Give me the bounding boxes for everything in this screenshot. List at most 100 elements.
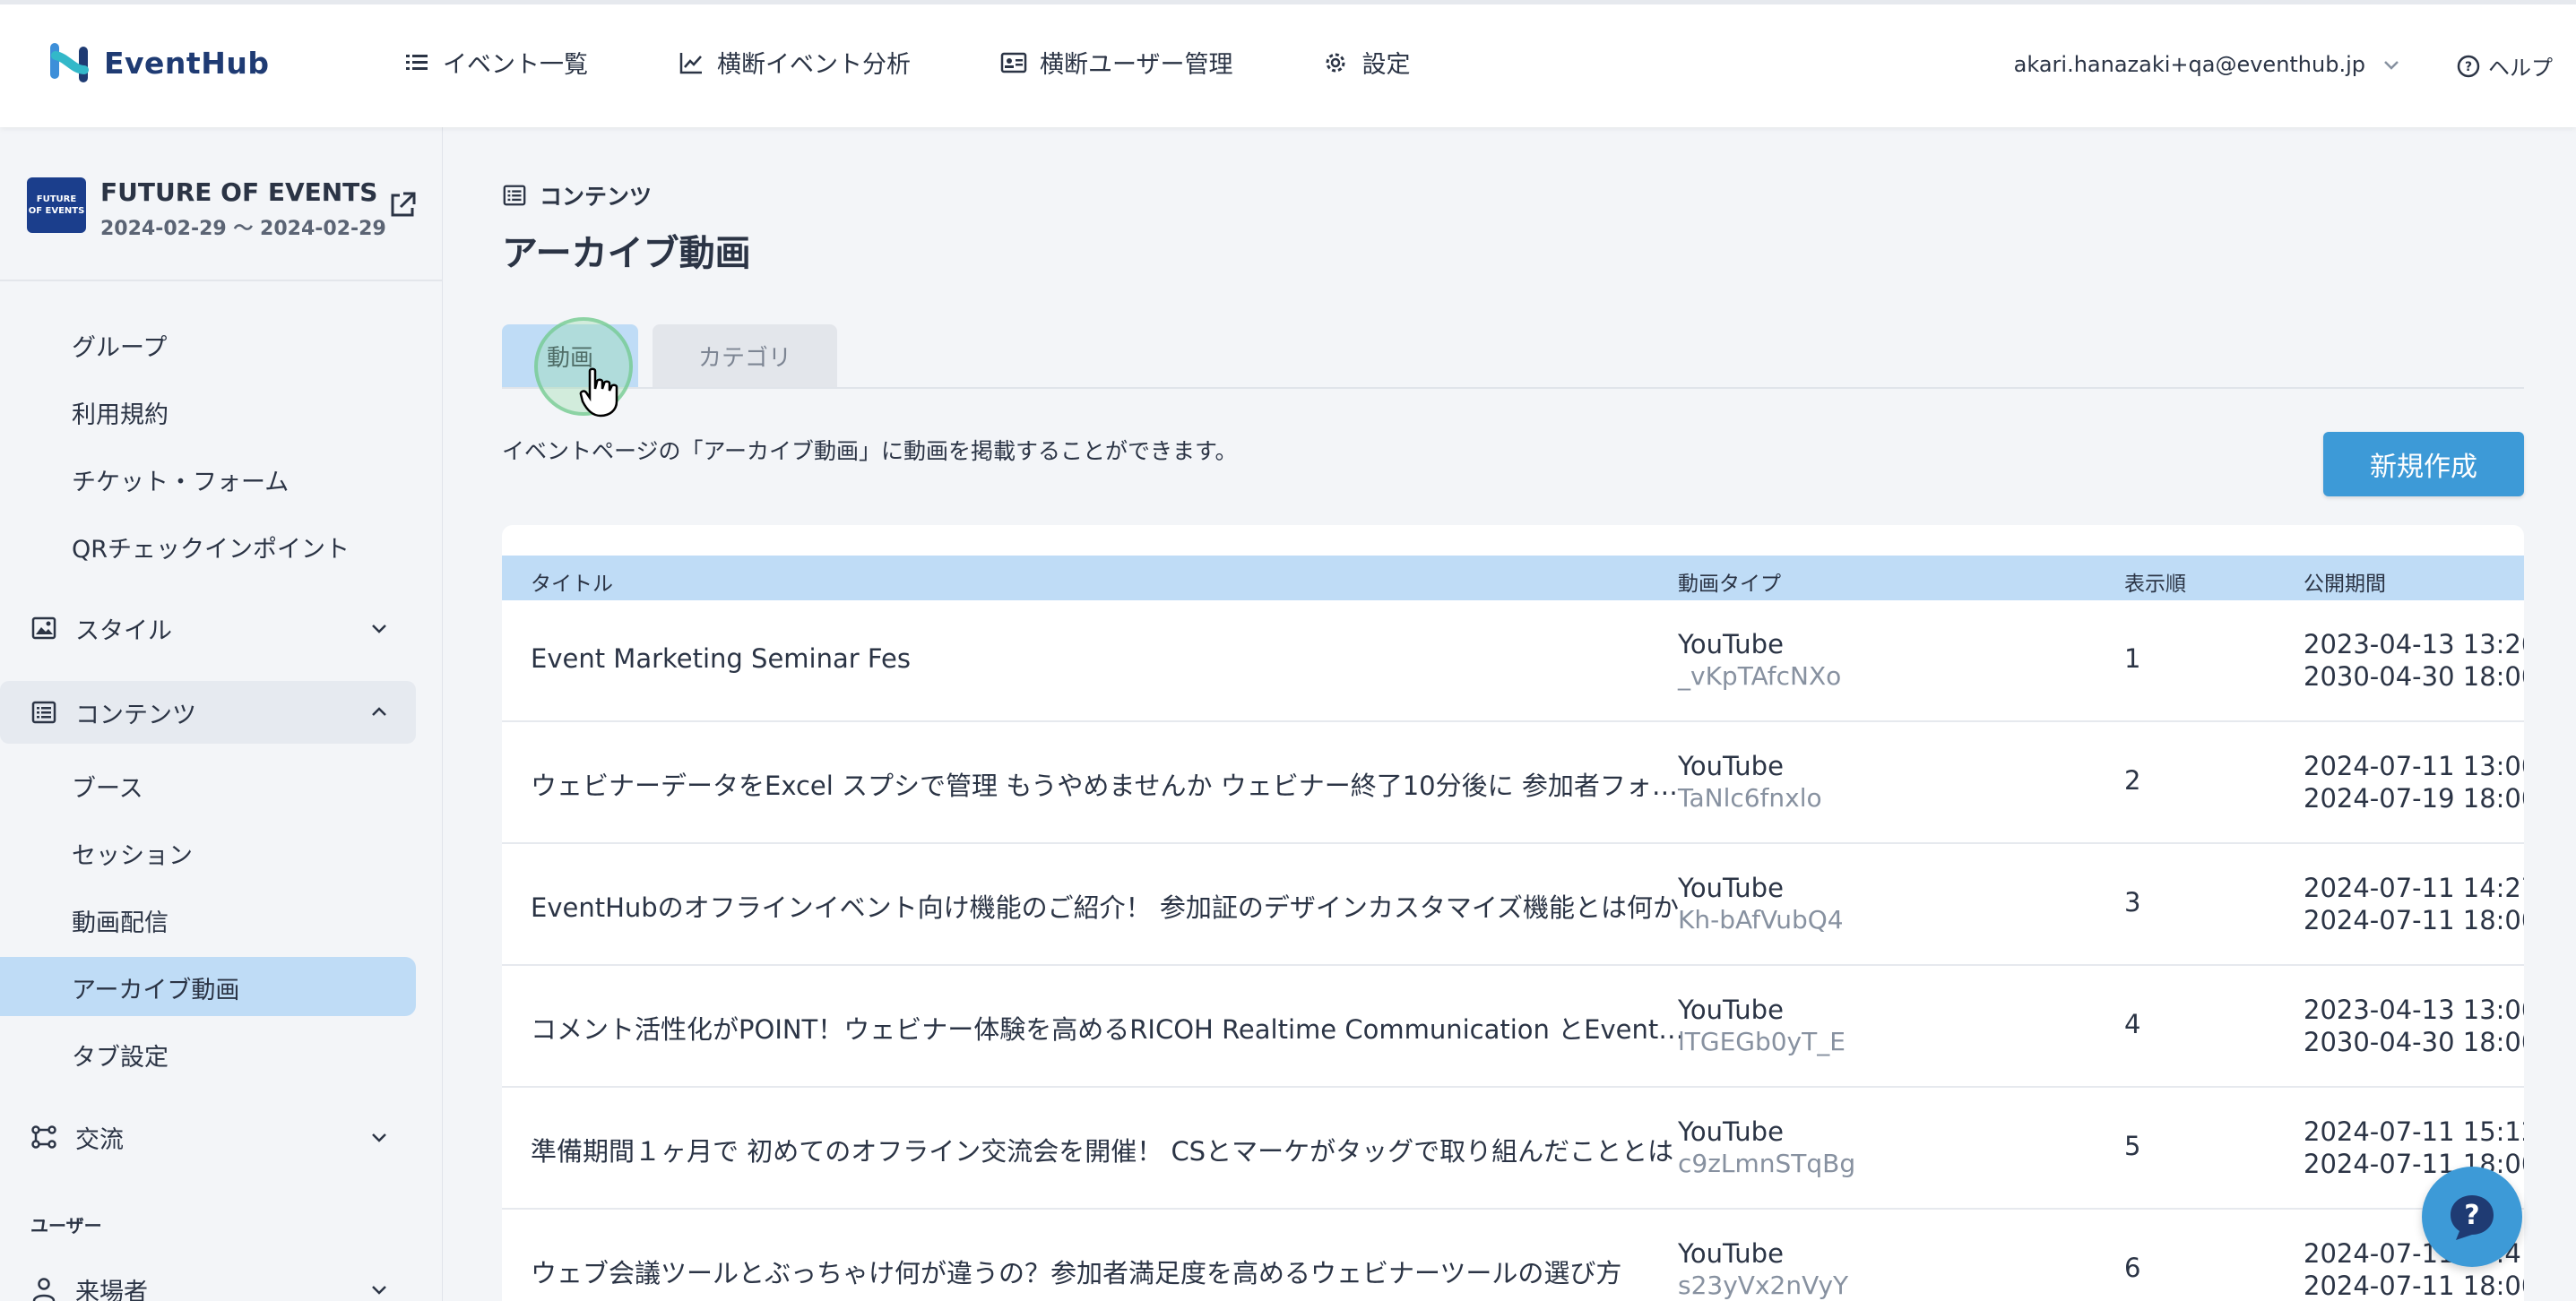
chevron-down-icon xyxy=(372,625,386,633)
list-box-icon xyxy=(31,701,56,724)
archive-video-table: タイトル 動画タイプ 表示順 公開期間 Event Marketing Semi… xyxy=(502,525,2524,1301)
svg-text:?: ? xyxy=(2465,60,2472,74)
main-nav: イベント一覧 横断イベント分析 横断ユーザー管理 設定 xyxy=(403,45,1410,80)
cell-order: 5 xyxy=(2124,1131,2141,1161)
event-dates: 2024-02-29 〜 2024-02-29 xyxy=(100,218,386,240)
cell-title[interactable]: Event Marketing Seminar Fes xyxy=(531,643,1687,674)
support-chat-button[interactable]: ? xyxy=(2422,1167,2522,1267)
account-menu[interactable]: akari.hanazaki+qa@eventhub.jp xyxy=(2014,52,2401,77)
nav-label: 横断イベント分析 xyxy=(717,51,911,79)
event-card[interactable]: FUTURE OF EVENTS FUTURE OF EVENTS 2024-0… xyxy=(27,177,421,249)
sidebar-item-terms[interactable]: 利用規約 xyxy=(72,395,169,430)
chevron-down-icon xyxy=(2384,61,2399,70)
tab-category[interactable]: カテゴリ xyxy=(653,324,837,387)
nav-label: イベント一覧 xyxy=(443,51,588,79)
cell-start: 2024-07-11 13:00 xyxy=(2304,751,2524,781)
chevron-up-icon xyxy=(372,707,386,716)
account-email: akari.hanazaki+qa@eventhub.jp xyxy=(2013,52,2365,77)
create-new-button[interactable]: 新規作成 xyxy=(2323,432,2524,496)
table-row[interactable]: ウェビナーデータをExcel スプシで管理 もうやめませんか ウェビナー終了10… xyxy=(502,722,2524,844)
sidebar-group-label: コンテンツ xyxy=(75,701,196,729)
nav-settings[interactable]: 設定 xyxy=(1322,45,1410,80)
cell-type: YouTube xyxy=(1678,629,1784,659)
cell-end: 2030-04-30 18:00 xyxy=(2304,1027,2524,1057)
cell-type: YouTube xyxy=(1678,1238,1784,1269)
cell-order: 6 xyxy=(2124,1253,2141,1283)
cell-start: 2023-04-13 13:00 xyxy=(2304,995,2524,1025)
app-logo[interactable]: EventHub xyxy=(48,39,269,86)
external-link-icon[interactable] xyxy=(387,190,418,220)
cell-start: 2024-07-11 15:12 xyxy=(2304,1116,2524,1147)
help-label: ヘルプ xyxy=(2488,56,2553,81)
cell-title[interactable]: コメント活性化がPOINT！ウェビナー体験を高めるRICOH Realtime … xyxy=(531,1009,1687,1047)
sidebar-group-style[interactable]: スタイル xyxy=(30,597,416,659)
sidebar-group-label: スタイル xyxy=(75,616,172,645)
sidebar-divider xyxy=(0,280,442,281)
cell-video-id: lTGEGb0yT_E xyxy=(1678,1027,1846,1056)
sidebar-item-ticket-form[interactable]: チケット・フォーム xyxy=(72,462,289,497)
network-icon xyxy=(31,1125,56,1149)
page-title: アーカイブ動画 xyxy=(502,233,751,274)
svg-text:?: ? xyxy=(2464,1200,2479,1231)
breadcrumb: コンテンツ xyxy=(502,179,652,211)
event-thumbnail: FUTURE OF EVENTS xyxy=(27,177,86,233)
sidebar-group-exchange[interactable]: 交流 xyxy=(30,1106,416,1168)
id-card-icon xyxy=(1000,52,1027,73)
cell-type: YouTube xyxy=(1678,751,1784,781)
cell-video-id: s23yVx2nVyY xyxy=(1678,1271,1849,1300)
cell-title[interactable]: 準備期間１ヶ月で 初めてのオフライン交流会を開催！ CSとマーケがタッグで取り組… xyxy=(531,1131,1687,1168)
table-row[interactable]: コメント活性化がPOINT！ウェビナー体験を高めるRICOH Realtime … xyxy=(502,966,2524,1088)
nav-cross-users[interactable]: 横断ユーザー管理 xyxy=(1000,45,1232,80)
sidebar-group-visitors[interactable]: 来場者 xyxy=(30,1258,416,1301)
help-icon: ? xyxy=(2457,55,2480,77)
cell-type: YouTube xyxy=(1678,873,1784,903)
top-header: EventHub イベント一覧 横断イベント分析 横断ユーザー管理 設定 aka… xyxy=(0,0,2576,127)
chevron-down-icon xyxy=(372,1286,386,1295)
gear-icon xyxy=(1326,53,1345,72)
cell-title[interactable]: EventHubのオフラインイベント向け機能のご紹介！ 参加証のデザインカスタマ… xyxy=(531,887,1687,925)
sidebar-item-archive-video[interactable]: アーカイブ動画 xyxy=(72,970,239,1005)
cell-title[interactable]: ウェビナーデータをExcel スプシで管理 もうやめませんか ウェビナー終了10… xyxy=(531,765,1687,803)
user-icon xyxy=(32,1278,56,1301)
cell-title[interactable]: ウェブ会議ツールとぶっちゃけ何が違うの？参加者満足度を高めるウェビナーツールの選… xyxy=(531,1253,1687,1290)
cell-video-id: Kh-bAfVubQ4 xyxy=(1678,905,1844,935)
nav-cross-analysis[interactable]: 横断イベント分析 xyxy=(678,45,911,80)
cell-video-id: c9zLmnSTqBg xyxy=(1678,1149,1856,1178)
logo-text: EventHub xyxy=(104,45,270,81)
image-icon xyxy=(31,616,56,640)
list-box-icon xyxy=(503,185,526,206)
sidebar-item-tab-settings[interactable]: タブ設定 xyxy=(72,1038,169,1073)
chat-help-icon: ? xyxy=(2451,1195,2494,1240)
table-row[interactable]: EventHubのオフラインイベント向け機能のご紹介！ 参加証のデザインカスタマ… xyxy=(502,844,2524,966)
cell-start: 2023-04-13 13:20 xyxy=(2304,629,2524,659)
table-row[interactable]: ウェブ会議ツールとぶっちゃけ何が違うの？参加者満足度を高めるウェビナーツールの選… xyxy=(502,1210,2524,1301)
sidebar-item-group[interactable]: グループ xyxy=(72,328,167,363)
sidebar-item-qr-checkin[interactable]: QRチェックインポイント xyxy=(72,530,350,564)
cell-video-id: TaNlc6fnxlo xyxy=(1678,783,1822,813)
breadcrumb-label: コンテンツ xyxy=(540,184,653,210)
nav-event-list[interactable]: イベント一覧 xyxy=(403,45,588,80)
cell-video-id: _vKpTAfcNXo xyxy=(1678,661,1842,691)
cell-type: YouTube xyxy=(1678,1116,1784,1147)
sidebar-item-streaming[interactable]: 動画配信 xyxy=(72,903,169,938)
cell-order: 4 xyxy=(2124,1009,2141,1039)
table-row[interactable]: Event Marketing Seminar Fes YouTube _vKp… xyxy=(502,600,2524,722)
table-row[interactable]: 準備期間１ヶ月で 初めてのオフライン交流会を開催！ CSとマーケがタッグで取り組… xyxy=(502,1088,2524,1210)
sidebar-item-booth[interactable]: ブース xyxy=(72,769,143,804)
tab-underline xyxy=(502,387,2524,389)
sidebar-group-content[interactable]: コンテンツ xyxy=(0,681,416,744)
cell-type: YouTube xyxy=(1678,995,1784,1025)
cell-end: 2024-07-11 18:00 xyxy=(2304,1271,2524,1301)
header-order: 表示順 xyxy=(2124,573,2186,596)
chevron-down-icon xyxy=(372,1133,386,1142)
eventhub-logo-icon xyxy=(50,43,89,82)
header-period: 公開期間 xyxy=(2304,573,2386,596)
thumb-line1: FUTURE xyxy=(36,194,77,204)
sidebar-item-session[interactable]: セッション xyxy=(72,836,193,871)
help-link[interactable]: ? ヘルプ xyxy=(2456,50,2553,82)
event-title: FUTURE OF EVENTS xyxy=(100,177,378,207)
header-type: 動画タイプ xyxy=(1678,573,1781,596)
thumb-line2: OF EVENTS xyxy=(28,205,85,216)
sidebar: FUTURE OF EVENTS FUTURE OF EVENTS 2024-0… xyxy=(0,127,443,1301)
nav-label: 横断ユーザー管理 xyxy=(1040,51,1233,79)
